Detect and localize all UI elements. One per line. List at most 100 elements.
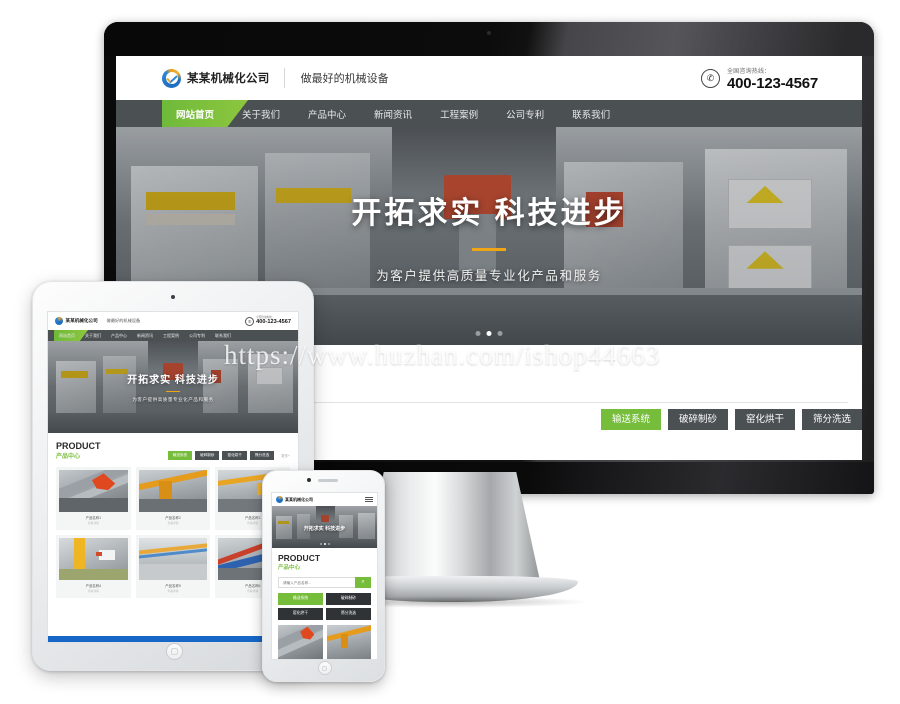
tablet-logo[interactable]: 某某机械化公司 <box>55 317 98 325</box>
header-slogan: 做最好的机械设备 <box>300 73 389 85</box>
product-card[interactable] <box>278 624 323 659</box>
phone-home-button[interactable] <box>317 661 332 675</box>
carousel-dot[interactable] <box>327 543 330 545</box>
logo-mark-icon <box>162 68 181 88</box>
phone-speaker <box>317 479 338 482</box>
mobile-product-grid <box>278 624 371 659</box>
tablet-hotline-number: 400-123-4567 <box>256 318 291 325</box>
product-card[interactable]: 产品名称1 查看详情 <box>56 467 131 530</box>
category-tab-crushing[interactable]: 破碎制砂 <box>195 451 220 460</box>
logo-mark-icon <box>55 317 63 325</box>
hero-carousel-dots[interactable] <box>475 331 503 336</box>
hero-divider <box>166 390 180 393</box>
nav-item-patents[interactable]: 公司专利 <box>184 333 210 339</box>
product-card[interactable]: 产品名称2 查看详情 <box>135 467 211 530</box>
site-logo[interactable]: 某某机械化公司 <box>162 68 270 88</box>
nav-item-home[interactable]: 网站首页 <box>162 100 228 127</box>
product-more-link[interactable]: 更多+ <box>281 453 290 458</box>
hero-title: 开拓求实 科技进步 <box>351 197 627 230</box>
monitor-camera-icon <box>487 31 491 35</box>
website-mobile: 某某机械化公司 开拓求实 科技进步 PRODUCT 产品中心 请输入产品名称..… <box>272 493 377 659</box>
logo-mark-icon <box>276 496 283 503</box>
tablet-hotline: ✆ 全国咨询热线： 400-123-4567 <box>245 316 291 326</box>
product-name: 产品名称2 <box>165 516 181 520</box>
product-card[interactable]: 产品名称5 查看详情 <box>135 535 211 598</box>
product-title-cn: 产品中心 <box>278 564 301 571</box>
category-tab-crushing[interactable]: 破碎制砂 <box>326 593 371 605</box>
product-grid: 产品名称1 查看详情 产品名称2 查看详情 产品名称3 查看详情 产品名称4 查… <box>56 467 290 598</box>
nav-item-about[interactable]: 关于我们 <box>228 100 294 127</box>
product-detail-link[interactable]: 查看详情 <box>59 521 128 527</box>
product-name: 产品名称5 <box>165 584 181 588</box>
category-tab-conveying[interactable]: 输送系统 <box>600 409 661 431</box>
nav-item-news[interactable]: 新闻资讯 <box>360 100 426 127</box>
tablet-hero-title: 开拓求实 科技进步 <box>127 374 219 386</box>
tablet-camera-icon <box>171 295 175 299</box>
mobile-search-bar: ⌕ <box>278 577 371 588</box>
tablet-category-tabs: 输送系统 破碎制砂 窑化烘干 筛分洗选 更多+ <box>167 451 290 460</box>
tablet-logo-text: 某某机械化公司 <box>65 318 98 323</box>
category-tab-drying[interactable]: 窑化烘干 <box>222 451 247 460</box>
nav-item-cases[interactable]: 工程案例 <box>158 333 184 339</box>
mobile-carousel-dots[interactable] <box>319 543 330 545</box>
product-head-rule <box>293 402 848 403</box>
product-image <box>59 470 128 512</box>
nav-item-patents[interactable]: 公司专利 <box>492 100 558 127</box>
category-tab-crushing[interactable]: 破碎制砂 <box>667 409 728 431</box>
category-tab-conveying[interactable]: 输送系统 <box>167 451 193 460</box>
site-header: 某某机械化公司 做最好的机械设备 ✆ 全国咨询热线： 400-123-4567 <box>116 56 862 100</box>
carousel-dot[interactable] <box>497 331 503 336</box>
hotline-number: 400-123-4567 <box>726 74 818 92</box>
product-detail-link[interactable]: 查看详情 <box>139 521 208 527</box>
carousel-dot-active[interactable] <box>323 543 326 545</box>
product-name: 产品名称1 <box>85 516 102 520</box>
category-tab-screening[interactable]: 筛分洗选 <box>801 409 862 431</box>
mobile-product-section: PRODUCT 产品中心 ⌕ 输送系统 破碎制砂 窑化烘干 筛分洗选 <box>272 548 377 659</box>
category-tab-screening[interactable]: 筛分洗选 <box>249 451 275 460</box>
tablet-product-section: PRODUCT 产品中心 输送系统 破碎制砂 窑化烘干 筛分洗选 更多+ 产品名… <box>48 433 298 598</box>
phone-camera-icon <box>306 478 311 482</box>
hero-divider <box>472 248 506 251</box>
product-image <box>138 538 208 580</box>
carousel-dot[interactable] <box>475 331 481 336</box>
mockup-scene: 某某机械化公司 做最好的机械设备 ✆ 全国咨询热线： 400-123-4567 <box>0 0 900 704</box>
product-name: 产品名称4 <box>85 584 102 588</box>
nav-item-cases[interactable]: 工程案例 <box>426 100 492 127</box>
carousel-dot[interactable] <box>319 543 322 545</box>
nav-item-contact[interactable]: 联系我们 <box>558 100 624 127</box>
product-detail-link[interactable]: 查看详情 <box>139 589 208 595</box>
category-tab-conveying[interactable]: 输送系统 <box>278 593 323 605</box>
watermark-text: https://www.huzhan.com/ishop44663 <box>224 340 661 370</box>
phone-icon: ✆ <box>700 68 720 88</box>
search-input[interactable] <box>278 577 355 588</box>
carousel-dot-active[interactable] <box>486 331 492 336</box>
hotline-label: 全国咨询热线： <box>726 68 771 75</box>
nav-item-products[interactable]: 产品中心 <box>294 100 360 127</box>
category-tab-screening[interactable]: 筛分洗选 <box>326 607 371 620</box>
product-detail-link[interactable]: 查看详情 <box>59 589 128 595</box>
nav-item-about[interactable]: 关于我们 <box>80 333 106 339</box>
tablet-home-button[interactable] <box>165 643 183 660</box>
product-title-en: PRODUCT <box>56 441 101 451</box>
mobile-site-header: 某某机械化公司 <box>272 493 377 506</box>
product-card[interactable]: 产品名称4 查看详情 <box>56 535 131 598</box>
search-icon[interactable]: ⌕ <box>355 577 371 588</box>
category-tab-drying[interactable]: 窑化烘干 <box>278 607 323 620</box>
mobile-hero-title: 开拓求实 科技进步 <box>303 526 346 533</box>
hamburger-icon[interactable] <box>365 496 373 503</box>
nav-item-home[interactable]: 网站首页 <box>54 333 80 339</box>
product-card[interactable] <box>326 624 371 659</box>
product-title-cn: 产品中心 <box>56 454 81 460</box>
product-title-en: PRODUCT <box>278 553 321 563</box>
nav-item-news[interactable]: 新闻资讯 <box>132 333 158 339</box>
nav-item-contact[interactable]: 联系我们 <box>210 333 236 339</box>
mobile-logo-text: 某某机械化公司 <box>285 496 313 502</box>
tablet-site-header: 某某机械化公司 做最好的机械设备 ✆ 全国咨询热线： 400-123-4567 <box>48 312 298 330</box>
mobile-category-buttons: 输送系统 破碎制砂 窑化烘干 筛分洗选 <box>278 593 371 620</box>
product-image <box>138 470 208 512</box>
category-tab-drying[interactable]: 窑化烘干 <box>734 409 795 431</box>
mobile-hero-banner: 开拓求实 科技进步 <box>272 506 377 548</box>
nav-item-products[interactable]: 产品中心 <box>106 333 132 339</box>
phone-icon: ✆ <box>245 316 255 326</box>
logo-text: 某某机械化公司 <box>187 73 270 85</box>
